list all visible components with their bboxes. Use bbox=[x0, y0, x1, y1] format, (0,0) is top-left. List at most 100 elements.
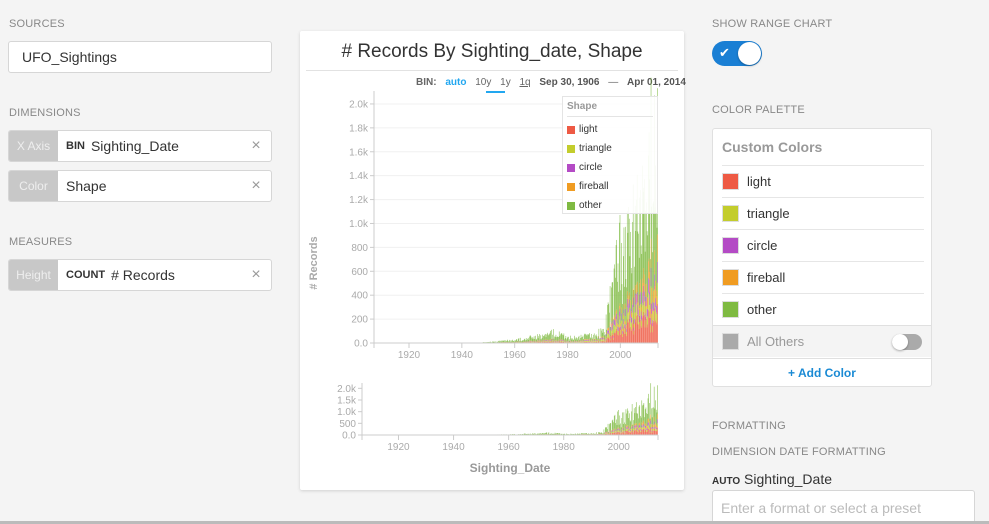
main-bar-other[interactable] bbox=[568, 340, 570, 343]
main-bar-fireball[interactable] bbox=[634, 312, 635, 319]
main-bar-other[interactable] bbox=[618, 291, 619, 325]
range-bar-other[interactable] bbox=[645, 407, 647, 424]
range-bar-circle[interactable] bbox=[629, 428, 630, 431]
main-bar-fireball[interactable] bbox=[630, 300, 631, 309]
main-bar-triangle[interactable] bbox=[642, 305, 644, 316]
main-bar-circle[interactable] bbox=[589, 340, 591, 342]
main-bar-fireball[interactable] bbox=[625, 320, 627, 325]
range-bar-triangle[interactable] bbox=[624, 432, 625, 434]
range-bar-light[interactable] bbox=[643, 429, 645, 435]
range-bar-other[interactable] bbox=[649, 403, 650, 422]
range-bar-fireball[interactable] bbox=[615, 431, 616, 432]
main-bar-other[interactable] bbox=[596, 336, 598, 340]
range-bar-circle[interactable] bbox=[637, 428, 638, 430]
range-bar-other[interactable] bbox=[631, 404, 633, 425]
range-bar-other[interactable] bbox=[575, 433, 576, 435]
main-bar-fireball[interactable] bbox=[551, 338, 552, 340]
main-bar-triangle[interactable] bbox=[652, 326, 653, 333]
main-bar-other[interactable] bbox=[565, 336, 567, 341]
range-bar-light[interactable] bbox=[626, 431, 627, 435]
range-bar-triangle[interactable] bbox=[653, 424, 655, 429]
range-bar-circle[interactable] bbox=[631, 427, 632, 430]
main-bar-light[interactable] bbox=[643, 311, 645, 343]
main-bar-other[interactable] bbox=[654, 207, 656, 287]
main-bar-circle[interactable] bbox=[589, 339, 590, 341]
range-bar-fireball[interactable] bbox=[656, 425, 658, 428]
main-bar-circle[interactable] bbox=[642, 292, 643, 304]
main-bar-light[interactable] bbox=[617, 330, 619, 343]
main-bar-triangle[interactable] bbox=[634, 304, 636, 320]
main-bar-triangle[interactable] bbox=[596, 341, 598, 342]
main-bar-triangle[interactable] bbox=[582, 341, 583, 343]
main-bar-light[interactable] bbox=[652, 332, 653, 343]
range-bar-triangle[interactable] bbox=[630, 430, 632, 433]
main-bar-triangle[interactable] bbox=[551, 340, 552, 342]
main-bar-other[interactable] bbox=[512, 339, 513, 343]
range-bar-light[interactable] bbox=[645, 430, 647, 435]
main-bar-fireball[interactable] bbox=[610, 336, 612, 338]
main-bar-other[interactable] bbox=[571, 339, 573, 342]
main-bar-triangle[interactable] bbox=[639, 305, 641, 316]
range-bar-triangle[interactable] bbox=[609, 432, 610, 434]
range-bar-other[interactable] bbox=[638, 406, 640, 424]
main-bar-circle[interactable] bbox=[644, 313, 646, 321]
main-bar-fireball[interactable] bbox=[644, 300, 646, 314]
main-bar-light[interactable] bbox=[645, 316, 647, 343]
main-bar-triangle[interactable] bbox=[613, 337, 614, 340]
range-bar-other[interactable] bbox=[622, 412, 623, 428]
range-bar-other[interactable] bbox=[636, 413, 638, 426]
main-bar-triangle[interactable] bbox=[570, 341, 571, 343]
range-bar-other[interactable] bbox=[585, 433, 587, 435]
range-bar-other[interactable] bbox=[578, 433, 579, 435]
range-bar-other[interactable] bbox=[525, 433, 526, 435]
range-bar-circle[interactable] bbox=[654, 427, 656, 429]
range-bar-triangle[interactable] bbox=[649, 431, 651, 433]
range-bar-triangle[interactable] bbox=[657, 423, 658, 428]
main-bar-other[interactable] bbox=[547, 332, 548, 340]
range-bar-fireball[interactable] bbox=[635, 423, 636, 426]
range-bar-other[interactable] bbox=[633, 408, 635, 424]
main-bar-fireball[interactable] bbox=[654, 250, 655, 275]
range-bar-other[interactable] bbox=[609, 423, 611, 431]
main-bar-fireball[interactable] bbox=[636, 284, 637, 295]
main-bar-other[interactable] bbox=[584, 333, 585, 340]
main-bar-other[interactable] bbox=[576, 337, 578, 342]
main-bar-triangle[interactable] bbox=[656, 312, 657, 323]
range-bar-other[interactable] bbox=[529, 433, 531, 435]
main-bar-light[interactable] bbox=[653, 320, 654, 343]
main-bar-other[interactable] bbox=[572, 338, 573, 342]
range-bar-fireball[interactable] bbox=[629, 428, 631, 430]
all-others-toggle[interactable] bbox=[892, 334, 922, 350]
main-bar-circle[interactable] bbox=[613, 336, 614, 338]
main-bar-other[interactable] bbox=[611, 287, 612, 325]
main-bar-other[interactable] bbox=[556, 336, 558, 341]
range-bar-other[interactable] bbox=[533, 433, 535, 435]
main-bar-fireball[interactable] bbox=[586, 339, 587, 340]
main-bar-other[interactable] bbox=[588, 334, 590, 340]
main-bar-other[interactable] bbox=[501, 340, 503, 343]
range-bar-other[interactable] bbox=[602, 433, 604, 435]
main-bar-other[interactable] bbox=[509, 339, 510, 343]
main-bar-circle[interactable] bbox=[626, 298, 628, 308]
range-bar-other[interactable] bbox=[644, 409, 646, 424]
main-bar-triangle[interactable] bbox=[645, 306, 647, 317]
range-bar-light[interactable] bbox=[636, 431, 638, 435]
main-bar-light[interactable] bbox=[611, 332, 613, 343]
main-bar-other[interactable] bbox=[593, 334, 594, 339]
range-bar-other[interactable] bbox=[655, 400, 656, 423]
main-bar-circle[interactable] bbox=[620, 326, 621, 331]
main-bar-other[interactable] bbox=[623, 227, 625, 305]
main-bar-other[interactable] bbox=[630, 267, 632, 312]
main-bar-other[interactable] bbox=[651, 206, 652, 288]
main-bar-other[interactable] bbox=[520, 340, 522, 343]
main-bar-triangle[interactable] bbox=[560, 340, 562, 342]
main-bar-light[interactable] bbox=[630, 326, 631, 343]
range-bar-circle[interactable] bbox=[652, 426, 654, 429]
range-bar-other[interactable] bbox=[647, 398, 649, 420]
main-bar-light[interactable] bbox=[619, 327, 620, 343]
range-bar-triangle[interactable] bbox=[603, 433, 605, 435]
main-bar-circle[interactable] bbox=[574, 340, 575, 342]
main-bar-circle[interactable] bbox=[628, 303, 629, 313]
range-bar-triangle[interactable] bbox=[656, 429, 658, 432]
main-bar-triangle[interactable] bbox=[603, 338, 604, 342]
